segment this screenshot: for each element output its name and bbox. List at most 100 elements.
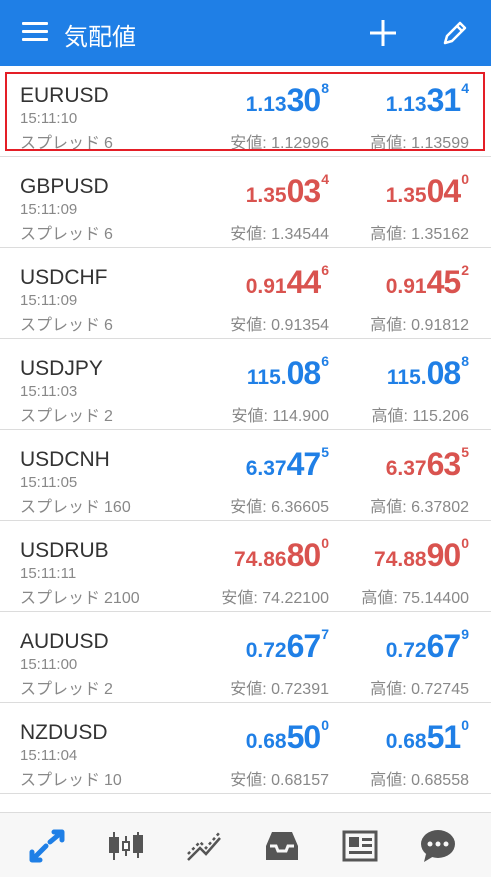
bid-price[interactable]: 0.72677: [245, 626, 329, 665]
bid-price[interactable]: 6.37475: [245, 444, 329, 483]
spread-value: スプレッド 2: [20, 402, 113, 426]
ask-price-fraction: 8: [461, 353, 469, 369]
bid-price-prefix: 6.37: [245, 457, 287, 480]
spread-value: スプレッド 6: [20, 311, 113, 335]
bid-price[interactable]: 0.68500: [245, 717, 329, 756]
high-price: 高値: 6.37802: [370, 493, 469, 517]
history-tab-icon[interactable]: [262, 828, 302, 864]
symbol-name: AUDUSD: [20, 630, 109, 653]
spread-value: スプレッド 2100: [20, 584, 140, 608]
spread-label: スプレッド: [20, 681, 101, 698]
high-price: 高値: 75.14400: [361, 584, 469, 608]
quote-time: 15:11:04: [20, 747, 78, 764]
quotes-tab-icon[interactable]: [28, 828, 68, 864]
quote-row-nzdusd[interactable]: NZDUSD 15:11:04 スプレッド 10 0.68500 0.68510 安値: 0…: [0, 703, 491, 794]
ask-price[interactable]: 1.35040: [386, 171, 469, 210]
high-value: 0.68558: [411, 772, 469, 789]
low-value: 0.68157: [271, 772, 329, 789]
spread-value: スプレッド 2: [20, 675, 113, 699]
bid-price-fraction: 0: [321, 717, 329, 733]
low-value: 114.900: [272, 408, 329, 425]
bid-price-fraction: 8: [321, 80, 329, 96]
ask-price-fraction: 5: [461, 444, 469, 460]
ask-price-pips: 63: [426, 446, 462, 482]
ask-price[interactable]: 0.68510: [385, 717, 469, 756]
quote-time: 15:11:09: [20, 201, 78, 218]
bid-price[interactable]: 1.13308: [245, 80, 329, 119]
ask-price[interactable]: 6.37635: [386, 444, 469, 483]
ask-price-prefix: 1.13: [385, 93, 427, 116]
quote-time: 15:11:03: [20, 383, 78, 400]
quote-row-eurusd[interactable]: EURUSD 15:11:10 スプレッド 6 1.13308 1.13314 安値: 1.…: [0, 66, 491, 157]
high-label: 高値:: [370, 499, 407, 516]
ask-price-prefix: 0.72: [385, 639, 427, 662]
ask-price[interactable]: 74.88900: [374, 535, 469, 574]
high-label: 高値:: [370, 681, 407, 698]
high-value: 75.14400: [402, 590, 469, 607]
low-price: 安値: 1.34544: [230, 220, 329, 244]
bid-price[interactable]: 1.35034: [246, 171, 329, 210]
ask-price-fraction: 2: [461, 262, 469, 278]
bid-price[interactable]: 115.086: [247, 353, 329, 392]
quote-row-usdcnh[interactable]: USDCNH 15:11:05 スプレッド 160 6.37475 6.37635 安値: …: [0, 430, 491, 521]
bottom-navigation: [0, 812, 491, 877]
edit-pencil-icon[interactable]: [440, 18, 470, 48]
quote-row-gbpusd[interactable]: GBPUSD 15:11:09 スプレッド 6 1.35034 1.35040 安値: 1.…: [0, 157, 491, 248]
low-label: 安値:: [221, 590, 258, 607]
top-app-bar: 気配値: [0, 0, 491, 66]
bid-price-fraction: 5: [321, 444, 329, 460]
spread-value: スプレッド 10: [20, 766, 122, 790]
chat-tab-icon[interactable]: [418, 828, 458, 864]
add-symbol-icon[interactable]: [368, 18, 398, 48]
quote-time: 15:11:00: [20, 656, 78, 673]
bid-price-prefix: 1.13: [245, 93, 287, 116]
quote-row-audusd[interactable]: AUDUSD 15:11:00 スプレッド 2 0.72677 0.72679 安値: 0.…: [0, 612, 491, 703]
symbol-name: USDCNH: [20, 448, 110, 471]
ask-price[interactable]: 1.13314: [385, 80, 469, 119]
bid-price-fraction: 6: [321, 262, 329, 278]
low-value: 1.34544: [271, 226, 329, 243]
ask-price-prefix: 0.68: [385, 730, 427, 753]
high-label: 高値:: [361, 590, 398, 607]
hamburger-menu-icon[interactable]: [22, 22, 48, 42]
spread-value: スプレッド 6: [20, 129, 113, 153]
high-label: 高値:: [370, 226, 407, 243]
bid-price[interactable]: 74.86800: [234, 535, 329, 574]
spread-number: 6: [104, 317, 113, 334]
quote-row-usdchf[interactable]: USDCHF 15:11:09 スプレッド 6 0.91446 0.91452 安値: 0.…: [0, 248, 491, 339]
low-label: 安値:: [230, 317, 267, 334]
ask-price-fraction: 0: [461, 171, 469, 187]
quote-row-usdrub[interactable]: USDRUB 15:11:11 スプレッド 2100 74.86800 74.88900 安…: [0, 521, 491, 612]
symbol-name: EURUSD: [20, 84, 109, 107]
ask-price[interactable]: 0.91452: [385, 262, 469, 301]
bid-price[interactable]: 0.91446: [246, 262, 329, 301]
bid-price-prefix: 0.68: [245, 730, 287, 753]
spread-number: 2: [104, 408, 113, 425]
low-label: 安値:: [230, 681, 267, 698]
spread-label: スプレッド: [20, 499, 101, 516]
spread-label: スプレッド: [20, 772, 101, 789]
low-value: 74.22100: [262, 590, 329, 607]
high-value: 1.35162: [411, 226, 469, 243]
low-price: 安値: 74.22100: [221, 584, 329, 608]
bid-price-prefix: 74.86: [234, 548, 287, 571]
spread-label: スプレッド: [20, 226, 101, 243]
bid-price-prefix: 0.72: [245, 639, 287, 662]
quote-row-usdjpy[interactable]: USDJPY 15:11:03 スプレッド 2 115.086 115.088 安値: 11…: [0, 339, 491, 430]
spread-label: スプレッド: [20, 590, 101, 607]
news-tab-icon[interactable]: [340, 828, 380, 864]
ask-price-pips: 08: [426, 355, 462, 391]
ask-price-prefix: 0.91: [385, 275, 427, 298]
bid-price-pips: 44: [286, 264, 322, 300]
chart-tab-icon[interactable]: [106, 828, 146, 864]
ask-price-prefix: 74.88: [374, 548, 427, 571]
bid-price-pips: 03: [286, 173, 322, 209]
bid-price-fraction: 0: [321, 535, 329, 551]
ask-price[interactable]: 115.088: [387, 353, 469, 392]
ask-price[interactable]: 0.72679: [385, 626, 469, 665]
low-label: 安値:: [230, 499, 267, 516]
bid-price-pips: 30: [286, 82, 322, 118]
trade-tab-icon[interactable]: [184, 828, 224, 864]
spread-number: 10: [104, 772, 122, 789]
low-value: 0.91354: [271, 317, 329, 334]
